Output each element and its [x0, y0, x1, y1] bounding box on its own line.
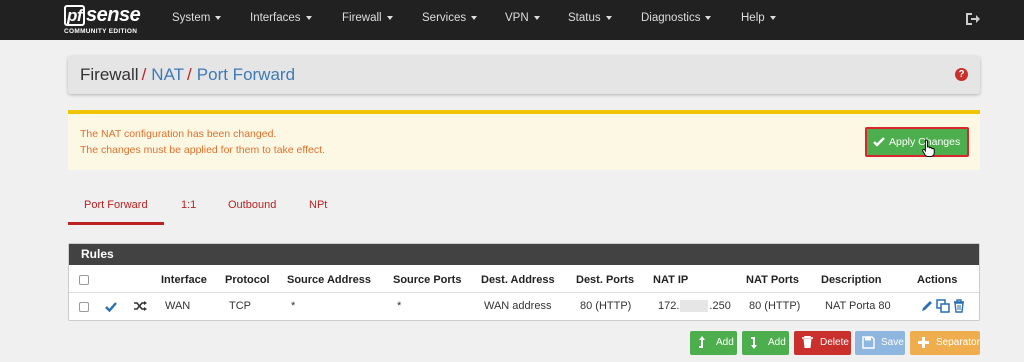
menu-vpn[interactable]: VPN [505, 12, 540, 24]
menu-status[interactable]: Status [568, 12, 612, 24]
changes-alert: The NAT configuration has been changed. … [68, 110, 980, 170]
header-interface[interactable]: Interface [161, 274, 207, 286]
help-icon[interactable]: ? [955, 68, 968, 81]
menu-interfaces[interactable]: Interfaces [250, 12, 312, 24]
tab-port-forward[interactable]: Port Forward [84, 199, 148, 211]
logo-edition: COMMUNITY EDITION [64, 28, 138, 35]
add-top-button[interactable]: Add [690, 331, 737, 355]
breadcrumb: Firewall / NAT / Port Forward [80, 65, 296, 84]
add-bottom-button[interactable]: Add [742, 331, 789, 355]
check-icon [873, 137, 885, 147]
top-navbar: pf sense COMMUNITY EDITION System Interfa… [0, 0, 1024, 40]
logo-sense: sense [86, 4, 141, 26]
tab-npt[interactable]: NPt [309, 199, 327, 211]
rules-heading: Rules [69, 244, 979, 265]
save-button[interactable]: Save [855, 331, 905, 355]
menu-diagnostics[interactable]: Diagnostics [641, 12, 712, 24]
trash-icon[interactable] [952, 299, 966, 313]
plus-icon [918, 337, 929, 348]
cell-source-address: * [291, 300, 296, 312]
logout-icon[interactable] [964, 12, 980, 26]
caret-down-icon [533, 15, 540, 20]
caret-down-icon [386, 15, 393, 20]
active-tab-indicator [68, 222, 164, 225]
menu-services[interactable]: Services [422, 12, 478, 24]
header-actions: Actions [917, 274, 958, 286]
tab-outbound[interactable]: Outbound [228, 199, 276, 211]
cell-nat-ip: 172. .250 [658, 300, 731, 313]
select-all-checkbox[interactable] [79, 275, 89, 285]
header-nat-ip[interactable]: NAT IP [653, 274, 688, 286]
copy-icon[interactable] [936, 299, 950, 313]
header-dest-address[interactable]: Dest. Address [481, 274, 555, 286]
cell-description: NAT Porta 80 [825, 300, 891, 312]
breadcrumb-firewall: Firewall [80, 65, 139, 84]
header-dest-ports[interactable]: Dest. Ports [576, 274, 634, 286]
breadcrumb-port-forward-link[interactable]: Port Forward [197, 65, 295, 84]
header-protocol[interactable]: Protocol [225, 274, 270, 286]
separator-button[interactable]: Separator [910, 331, 980, 355]
cell-protocol: TCP [229, 300, 251, 312]
cell-interface: WAN [165, 300, 191, 312]
logo-pf: pf [64, 5, 86, 26]
row-divider [69, 292, 979, 293]
menu-firewall[interactable]: Firewall [342, 12, 393, 24]
cell-source-ports: * [397, 300, 402, 312]
caret-down-icon [215, 15, 222, 20]
floppy-disk-icon [862, 336, 875, 349]
alert-message-line1: The NAT configuration has been changed. [80, 128, 277, 140]
caret-down-icon [305, 15, 312, 20]
caret-down-icon [605, 15, 612, 20]
check-enabled-icon[interactable] [104, 300, 118, 314]
menu-system[interactable]: System [172, 12, 222, 24]
cell-nat-ports: 80 (HTTP) [749, 300, 801, 312]
header-source-address[interactable]: Source Address [287, 274, 371, 286]
cell-dest-ports: 80 (HTTP) [580, 300, 632, 312]
alert-message-line2: The changes must be applied for them to … [80, 144, 325, 156]
menu-help[interactable]: Help [741, 12, 776, 24]
header-nat-ports[interactable]: NAT Ports [746, 274, 799, 286]
caret-down-icon [705, 15, 712, 20]
hand-cursor-icon [922, 139, 935, 157]
breadcrumb-nat-link[interactable]: NAT [151, 65, 184, 84]
apply-changes-button[interactable]: Apply Changes [865, 127, 969, 157]
cell-dest-address: WAN address [484, 300, 552, 312]
caret-down-icon [769, 15, 776, 20]
header-description[interactable]: Description [821, 274, 882, 286]
header-source-ports[interactable]: Source Ports [393, 274, 461, 286]
caret-down-icon [471, 15, 478, 20]
edit-pencil-icon[interactable] [920, 299, 934, 313]
rules-panel: Rules Interface Protocol Source Address … [68, 243, 980, 321]
arrow-down-turn-icon [751, 337, 757, 349]
breadcrumb-panel: Firewall / NAT / Port Forward ? [68, 56, 980, 94]
delete-button[interactable]: Delete [794, 331, 851, 355]
row-checkbox[interactable] [79, 302, 89, 312]
pfsense-logo[interactable]: pf sense COMMUNITY EDITION [64, 4, 152, 36]
shuffle-icon [134, 301, 147, 311]
redacted-ip-segment [680, 300, 709, 313]
trash-icon [802, 336, 813, 348]
arrow-up-turn-icon [699, 336, 705, 348]
tab-one-to-one[interactable]: 1:1 [181, 199, 196, 211]
